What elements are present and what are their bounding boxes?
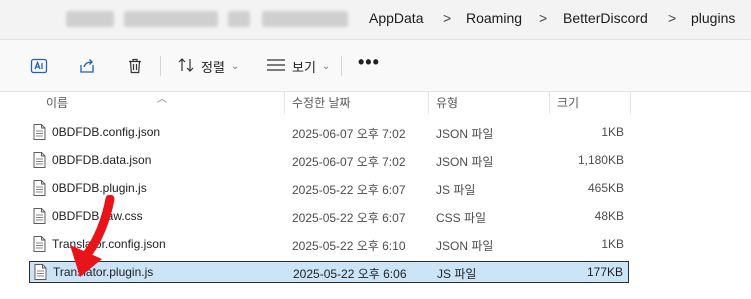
file-row[interactable]: 0BDFDB.data.json 2025-06-07 오후 7:02 JSON… [29, 150, 629, 172]
file-size: 48KB [594, 209, 624, 223]
file-row[interactable]: Translator.config.json 2025-05-22 오후 6:1… [29, 234, 629, 256]
file-type: JSON 파일 [436, 239, 494, 253]
column-header-name[interactable]: 이름 [46, 94, 68, 111]
annotation-arrow-icon [70, 195, 115, 277]
file-type: CSS 파일 [436, 211, 487, 225]
column-header-type[interactable]: 유형 [436, 94, 458, 111]
view-label: 보기 [292, 59, 316, 75]
blurred-path-segment [228, 11, 250, 27]
toolbar-divider [341, 56, 342, 76]
column-header-row: ︿ 이름 수정한 날짜 유형 크기 [0, 92, 751, 114]
sort-button[interactable]: 정렬 ⌄ [177, 54, 239, 78]
file-date-modified: 2025-06-07 오후 7:02 [292, 127, 406, 141]
file-icon [33, 236, 46, 255]
file-date-modified: 2025-05-22 오후 6:06 [293, 267, 407, 281]
file-date-modified: 2025-05-22 오후 6:07 [292, 211, 406, 225]
column-divider[interactable] [549, 92, 550, 114]
file-type: JSON 파일 [436, 127, 494, 141]
column-divider[interactable] [284, 92, 285, 114]
address-bar[interactable]: AppData > Roaming > BetterDiscord > plug… [0, 0, 751, 40]
breadcrumb-separator[interactable]: > [668, 10, 676, 26]
file-name: 0BDFDB.config.json [52, 125, 161, 139]
file-icon [33, 152, 46, 171]
file-row[interactable]: 0BDFDB.raw.css 2025-05-22 오후 6:07 CSS 파일… [29, 206, 629, 228]
file-row-selected[interactable]: Translator.plugin.js 2025-05-22 오후 6:06 … [29, 261, 629, 283]
file-date-modified: 2025-05-22 오후 6:07 [292, 183, 406, 197]
translate-icon[interactable] [28, 55, 50, 77]
file-date-modified: 2025-06-07 오후 7:02 [292, 155, 406, 169]
file-type: JS 파일 [436, 183, 476, 197]
chevron-down-icon: ⌄ [321, 60, 331, 72]
column-header-date[interactable]: 수정한 날짜 [292, 94, 351, 111]
file-name: 0BDFDB.data.json [52, 153, 152, 167]
column-header-size[interactable]: 크기 [557, 94, 579, 111]
sort-icon [177, 57, 195, 76]
share-icon[interactable] [76, 55, 98, 77]
command-bar: 정렬 ⌄ 보기 ⌄ ••• [0, 40, 751, 92]
breadcrumb-roaming[interactable]: Roaming [466, 10, 522, 26]
file-icon [33, 180, 46, 199]
file-name: 0BDFDB.plugin.js [52, 181, 147, 195]
file-icon [34, 264, 47, 283]
breadcrumb-plugins[interactable]: plugins [691, 10, 735, 26]
file-row[interactable]: 0BDFDB.plugin.js 2025-05-22 오후 6:07 JS 파… [29, 178, 629, 200]
file-date-modified: 2025-05-22 오후 6:10 [292, 239, 406, 253]
breadcrumb-appdata[interactable]: AppData [369, 10, 423, 26]
file-size: 1KB [601, 125, 624, 139]
toolbar-divider [160, 56, 161, 76]
breadcrumb-betterdiscord[interactable]: BetterDiscord [563, 10, 648, 26]
file-size: 1KB [601, 237, 624, 251]
delete-icon[interactable] [124, 55, 146, 77]
chevron-down-icon: ⌄ [230, 60, 240, 72]
blurred-path-segment [262, 11, 348, 27]
blurred-path-segment [66, 11, 114, 27]
file-icon [33, 124, 46, 143]
file-row[interactable]: 0BDFDB.config.json 2025-06-07 오후 7:02 JS… [29, 122, 629, 144]
file-size: 465KB [587, 181, 624, 195]
breadcrumb-separator[interactable]: > [539, 10, 547, 26]
file-size: 1,180KB [577, 153, 624, 167]
sort-label: 정렬 [201, 59, 225, 75]
file-size: 177KB [586, 265, 623, 279]
column-divider[interactable] [428, 92, 429, 114]
view-icon [266, 58, 286, 75]
file-type: JS 파일 [437, 267, 477, 281]
view-button[interactable]: 보기 ⌄ [266, 54, 330, 78]
file-icon [33, 208, 46, 227]
file-type: JSON 파일 [436, 155, 494, 169]
breadcrumb-separator[interactable]: > [443, 10, 451, 26]
blurred-path-segment [124, 11, 218, 27]
column-divider[interactable] [630, 92, 631, 114]
sort-ascending-icon: ︿ [157, 94, 167, 105]
more-options-button[interactable]: ••• [358, 52, 380, 73]
